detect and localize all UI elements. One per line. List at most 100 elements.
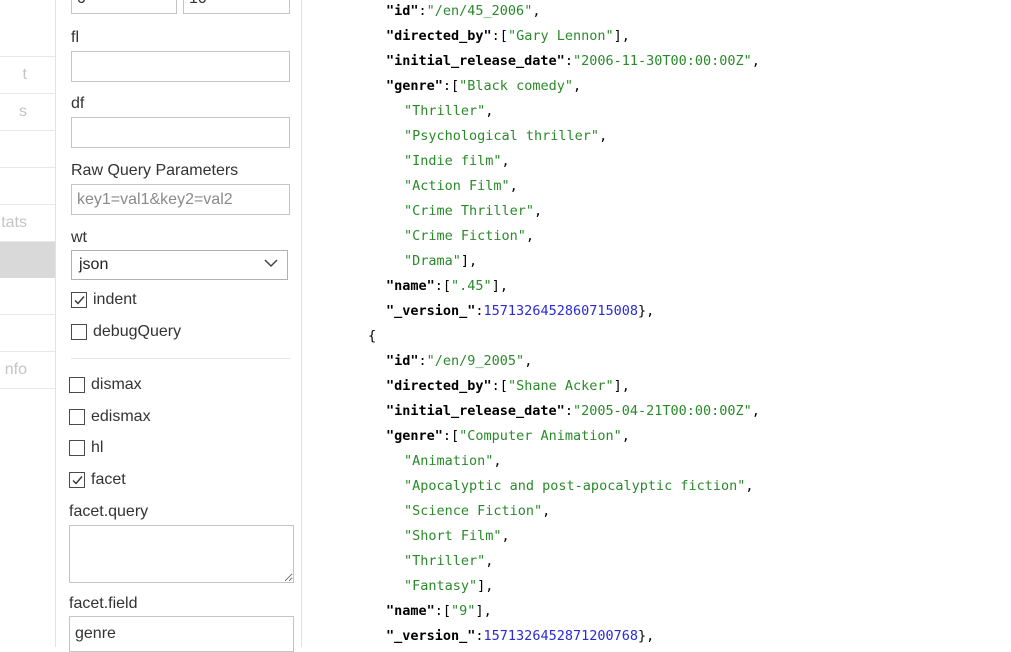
json-line: "initial_release_date":"2006-11-30T00:00… [386,52,760,70]
query-form: fl df Raw Query Parameters wt json inden… [56,0,302,652]
rows-input[interactable] [183,0,290,14]
check-icon [74,296,85,305]
nav-item-stats[interactable]: tats [0,205,55,242]
start-input[interactable] [71,0,177,14]
nav-item-3[interactable]: s [0,94,55,131]
json-string: "Action Film" [404,178,510,194]
nav-item-label: s [19,103,27,120]
json-key: "name" [386,603,435,619]
json-punct: , [599,128,608,144]
json-punct: , [751,53,760,69]
json-punct: :[ [491,28,508,44]
check-icon [72,476,83,485]
json-string: "Science Fiction" [404,503,543,519]
json-line: "id":"/en/9_2005", [386,352,532,370]
json-punct: , [751,403,760,419]
json-string: "Thriller" [404,103,486,119]
json-punct: :[ [442,428,460,444]
json-punct: ], [613,378,630,394]
json-punct: ], [475,603,492,619]
json-line: "initial_release_date":"2005-04-21T00:00… [386,402,760,420]
json-punct: :[ [442,78,460,94]
json-punct: : [418,3,427,19]
json-punct: , [501,153,510,169]
json-key: "initial_release_date" [386,53,565,69]
nav-item-4[interactable] [0,131,55,168]
json-line: "Animation", [404,452,502,470]
json-punct: : [475,303,484,319]
json-punct: , [572,78,582,94]
json-line: "_version_":1571326452871200768}, [386,627,654,645]
json-punct: : [418,353,427,369]
json-key: "directed_by" [386,28,492,44]
json-punct: , [493,453,502,469]
nav-item-5[interactable] [0,168,55,205]
json-string: "Psychological thriller" [404,128,600,144]
checkbox-box [71,324,87,340]
json-key: "_version_" [386,303,476,319]
nav-item-1[interactable] [0,20,55,57]
form-divider [71,358,290,359]
json-punct: ], [477,578,494,594]
debugquery-label: debugQuery [93,323,182,340]
checkbox-box [69,472,85,488]
checkbox-box [69,377,85,393]
facet-label: facet [91,471,126,488]
json-string: "Thriller" [404,553,486,569]
json-line: "_version_":1571326452860715008}, [386,302,654,320]
json-line: "Action Film", [404,177,518,195]
json-line: "id":"/en/45_2006", [386,2,540,20]
json-number: 1571326452860715008 [483,303,638,319]
json-punct: , [745,478,754,494]
json-punct: : [564,53,573,69]
json-line: "genre":["Computer Animation", [386,427,630,445]
json-line: "Crime Thriller", [404,202,542,220]
json-string: "2006-11-30T00:00:00Z" [572,53,752,69]
json-punct: { [368,328,377,344]
checkbox-box [71,292,87,308]
raw-query-label: Raw Query Parameters [71,162,239,179]
facet-query-textarea[interactable] [69,525,294,583]
json-punct: , [525,228,535,244]
json-line: "directed_by":["Gary Lennon"], [386,27,630,45]
json-string: "Black comedy" [459,78,573,94]
json-string: "Apocalyptic and post-apocalyptic fictio… [404,478,746,494]
json-punct: }, [637,628,655,644]
json-line: "Science Fiction", [404,502,550,520]
json-string: "Drama" [404,253,461,269]
json-punct: :[ [491,378,508,394]
checkbox-box [69,440,85,456]
fl-input[interactable] [71,51,290,82]
facet-field-label: facet.field [69,595,138,612]
json-punct: :[ [434,278,452,294]
json-punct: , [621,428,630,444]
json-key: "genre" [386,428,443,444]
df-input[interactable] [71,117,290,148]
raw-query-input[interactable] [71,184,290,215]
df-label: df [71,95,85,112]
json-punct: ], [460,253,478,269]
json-string: "Crime Fiction" [404,228,526,244]
json-line: "Thriller", [404,102,493,120]
json-key: "name" [386,278,435,294]
nav-item-info[interactable]: nfo [0,352,55,389]
wt-select[interactable]: json [71,250,288,280]
json-key: "_version_" [386,628,476,644]
nav-item-2[interactable]: t [0,57,55,94]
nav-item-8[interactable] [0,278,55,315]
json-line: "Indie film", [404,152,510,170]
hl-label: hl [91,439,104,456]
json-string: "Shane Acker" [507,378,614,394]
json-key: "id" [386,3,419,19]
json-line: { [368,327,376,345]
nav-item-9[interactable] [0,315,55,352]
fl-label: fl [71,29,79,46]
json-line: "Apocalyptic and post-apocalyptic fictio… [404,477,754,495]
main-nav: t s tats nfo [0,0,56,647]
json-line: "Psychological thriller", [404,127,607,145]
chevron-down-icon [263,255,279,271]
json-string: "Fantasy" [404,578,478,594]
nav-item-query-active[interactable] [0,242,55,278]
json-punct: , [485,103,494,119]
json-string: "Gary Lennon" [507,28,614,44]
